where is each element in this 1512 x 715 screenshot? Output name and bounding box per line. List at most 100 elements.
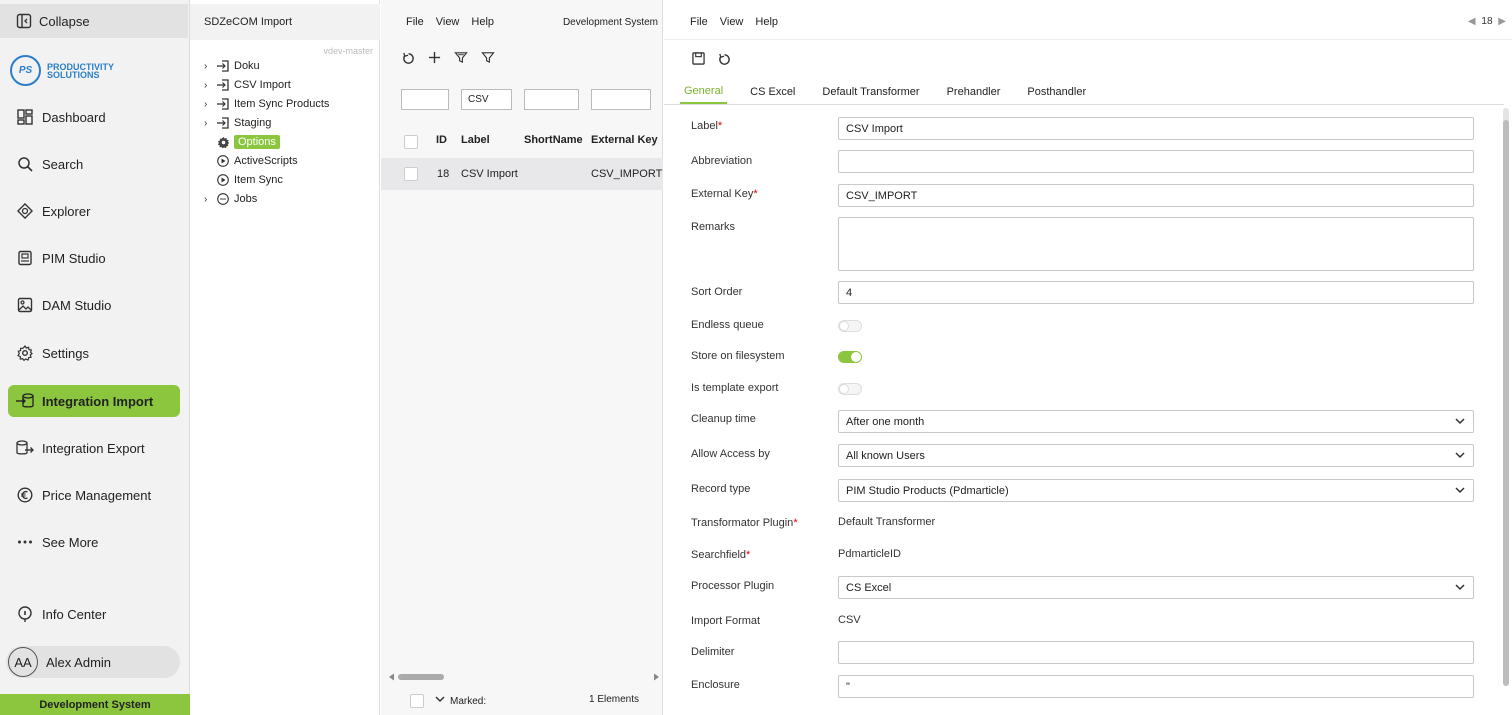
chevron-right-icon[interactable]: › [204,99,216,110]
tab-default-transformer[interactable]: Default Transformer [818,80,923,104]
tree-node-options[interactable]: Options [204,133,280,151]
menu-file[interactable]: File [690,16,708,28]
nav-item-price-management[interactable]: Price Management [8,479,180,511]
table-row[interactable]: 18 CSV Import CSV_IMPORT [381,158,663,190]
processor-plugin-label: Processor Plugin [691,580,775,592]
filter-shortname-input[interactable] [524,89,579,110]
column-header-external-key[interactable]: External Key [591,134,658,146]
filter-label-input[interactable]: CSV [461,89,512,110]
nav-item-see-more[interactable]: See More [8,526,180,558]
nav-label: Dashboard [42,109,106,125]
collapse-button[interactable]: Collapse [0,4,188,38]
menu-file[interactable]: File [406,16,424,28]
next-record-button[interactable]: ▶ [1498,16,1506,27]
reload-button[interactable] [716,51,732,67]
tab-divider [664,104,1504,105]
tree-node-jobs[interactable]: › Jobs [204,190,257,208]
tree-node-activescripts[interactable]: ActiveScripts [204,152,298,170]
cleanup-time-label: Cleanup time [691,413,756,425]
tab-cs-excel[interactable]: CS Excel [746,80,799,104]
more-icon [16,533,34,551]
horizontal-scrollbar[interactable] [389,669,659,681]
menu-view[interactable]: View [436,16,460,28]
add-button[interactable] [426,49,442,65]
chevron-right-icon[interactable]: › [204,61,216,72]
nav-label: PIM Studio [42,250,106,266]
refresh-button[interactable] [400,50,416,66]
chevron-down-icon[interactable] [435,694,445,704]
vertical-scrollbar[interactable] [1503,108,1509,686]
chevron-right-icon[interactable]: › [204,194,216,205]
label-field-label: Label* [691,120,723,132]
tree-node-item-sync[interactable]: Item Sync [204,171,283,189]
nav-item-dam-studio[interactable]: DAM Studio [8,289,180,321]
tab-posthandler[interactable]: Posthandler [1023,80,1090,104]
processor-plugin-value: CS Excel [846,581,892,594]
tab-prehandler[interactable]: Prehandler [943,80,1005,104]
chevron-right-icon[interactable]: › [204,118,216,129]
processor-plugin-select[interactable]: CS Excel [838,576,1474,599]
tree-node-item-sync-products[interactable]: › Item Sync Products [204,95,329,113]
allow-access-select[interactable]: All known Users [838,444,1474,467]
list-menubar: File View Help [406,4,506,40]
store-filesystem-toggle[interactable] [838,351,862,363]
nav-item-integration-export[interactable]: Integration Export [8,432,180,464]
store-filesystem-label: Store on filesystem [691,350,785,362]
template-export-toggle[interactable] [838,383,862,395]
marked-checkbox[interactable] [410,694,424,708]
nav-label: Explorer [42,203,91,219]
list-footer: Marked: 1 Elements [381,688,663,715]
filter-id-input[interactable] [401,89,449,110]
filter-icon [481,51,495,63]
delimiter-input[interactable] [838,641,1474,664]
chevron-right-icon[interactable]: › [204,80,216,91]
nav-item-search[interactable]: Search [8,148,180,180]
import-arrow-icon [216,97,230,111]
import-format-value: CSV [838,614,861,626]
tab-general[interactable]: General [680,80,728,104]
row-checkbox[interactable] [404,167,418,181]
nav-item-explorer[interactable]: Explorer [8,195,180,227]
menu-view[interactable]: View [720,16,744,28]
menu-help[interactable]: Help [471,16,494,28]
nav-item-pim-studio[interactable]: PIM Studio [8,242,180,274]
external-key-input[interactable]: CSV_IMPORT [838,184,1474,207]
nav-item-dashboard[interactable]: Dashboard [8,101,180,133]
enclosure-input[interactable]: " [838,675,1474,698]
user-menu[interactable]: AA Alex Admin [6,646,180,678]
nav-item-settings[interactable]: Settings [8,337,180,369]
abbreviation-input[interactable] [838,150,1474,173]
prev-record-button[interactable]: ◀ [1468,16,1476,27]
tree-node-csv-import[interactable]: › CSV Import [204,76,291,94]
tree-node-label: Jobs [234,193,258,205]
play-icon [216,154,230,168]
pim-icon [16,249,34,267]
system-badge: Development System [0,694,190,715]
tree-node-label: ActiveScripts [234,155,298,167]
cleanup-time-select[interactable]: After one month [838,410,1474,433]
select-all-checkbox[interactable] [404,135,418,149]
plus-icon [428,51,440,63]
remarks-textarea[interactable] [838,217,1474,271]
endless-queue-toggle[interactable] [838,320,862,332]
tree-node-label: Options [234,135,280,149]
column-header-id[interactable]: ID [436,134,447,146]
clear-filter-button[interactable] [453,49,469,65]
chevron-down-icon [1455,485,1465,495]
nav-item-info-center[interactable]: Info Center [8,598,180,630]
tree-node-doku[interactable]: › Doku [204,57,260,75]
label-input[interactable]: CSV Import [838,117,1474,140]
tree-node-staging[interactable]: › Staging [204,114,271,132]
save-button[interactable] [690,50,706,66]
filter-button[interactable] [480,49,496,65]
refresh-icon [718,53,730,65]
nav-item-integration-import[interactable]: Integration Import [8,385,180,417]
filter-external-key-input[interactable] [591,89,651,110]
record-type-select[interactable]: PIM Studio Products (Pdmarticle) [838,479,1474,502]
column-header-label[interactable]: Label [461,134,490,146]
menu-help[interactable]: Help [755,16,778,28]
user-name: Alex Admin [46,654,112,670]
scrollbar-thumb[interactable] [1503,120,1509,686]
sort-order-input[interactable]: 4 [838,281,1474,304]
column-header-shortname[interactable]: ShortName [524,134,583,146]
